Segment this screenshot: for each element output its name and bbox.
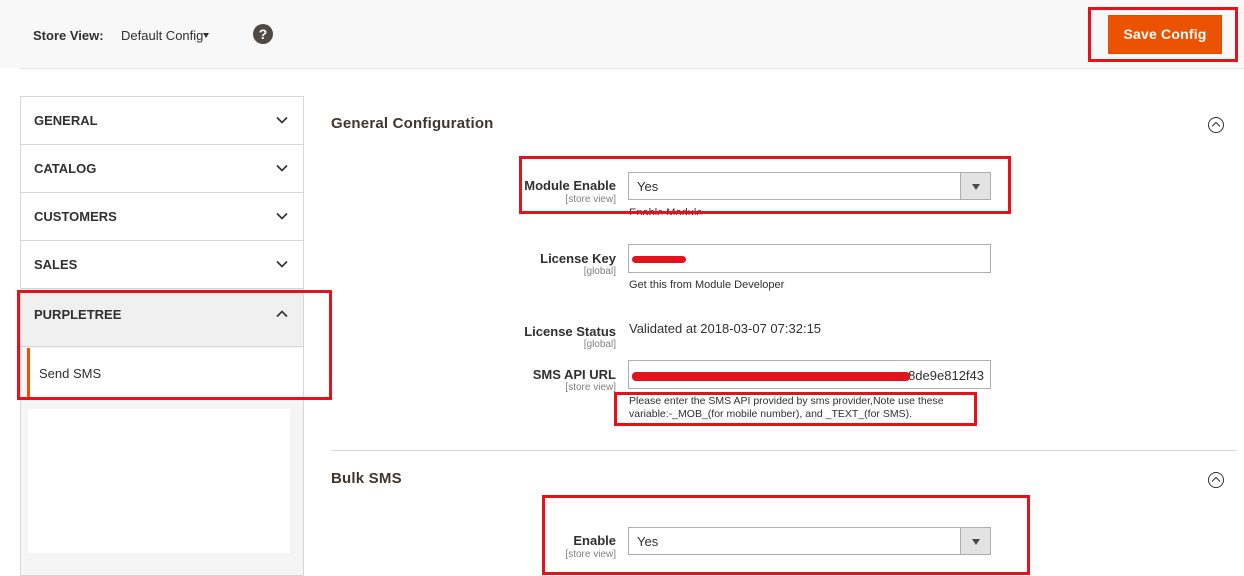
store-view-switcher[interactable]: Default Config xyxy=(121,28,203,43)
license-status-value: Validated at 2018-03-07 07:32:15 xyxy=(629,321,822,336)
license-status-scope: [global] xyxy=(583,339,616,350)
highlight-box xyxy=(17,290,332,400)
question-circle-icon[interactable]: ? xyxy=(253,24,273,44)
sms-api-url-label: SMS API URL xyxy=(532,367,616,382)
sms-api-url-scope: [store view] xyxy=(565,382,616,393)
sms-api-url-value: 8de9e812f43 xyxy=(908,368,984,383)
license-status-label: License Status xyxy=(524,324,616,339)
license-key-note: Get this from Module Developer xyxy=(629,279,785,291)
license-key-scope: [global] xyxy=(583,266,616,277)
section-divider xyxy=(331,450,1237,451)
caret-down-icon[interactable] xyxy=(203,33,209,38)
sidebar-item-general[interactable]: GENERAL xyxy=(21,97,303,145)
section-title-general[interactable]: General Configuration xyxy=(331,115,494,132)
highlight-box xyxy=(614,392,977,426)
sidebar-item-label: CUSTOMERS xyxy=(34,209,117,224)
sidebar-empty-area xyxy=(28,409,290,553)
section-title-bulk-sms[interactable]: Bulk SMS xyxy=(331,470,402,487)
collapse-icon[interactable] xyxy=(1208,117,1224,133)
redaction-mark xyxy=(632,256,686,263)
collapse-icon[interactable] xyxy=(1208,472,1224,488)
sidebar-item-sales[interactable]: SALES xyxy=(21,241,303,289)
sidebar-item-label: GENERAL xyxy=(34,113,98,128)
chevron-down-icon xyxy=(276,116,288,124)
page-actions-bar: Store View: Default Config ? Save Config xyxy=(0,0,1244,69)
sidebar-item-customers[interactable]: CUSTOMERS xyxy=(21,193,303,241)
license-key-label: License Key xyxy=(540,251,616,266)
store-view-label: Store View: xyxy=(33,28,104,43)
sidebar-item-label: CATALOG xyxy=(34,161,97,176)
highlight-box xyxy=(1088,7,1238,62)
chevron-down-icon xyxy=(276,260,288,268)
sidebar-item-catalog[interactable]: CATALOG xyxy=(21,145,303,193)
redaction-mark xyxy=(632,372,910,381)
chevron-down-icon xyxy=(276,212,288,220)
highlight-box xyxy=(542,495,1030,575)
highlight-box xyxy=(519,156,1011,214)
sidebar-item-label: SALES xyxy=(34,257,78,272)
chevron-down-icon xyxy=(276,164,288,172)
